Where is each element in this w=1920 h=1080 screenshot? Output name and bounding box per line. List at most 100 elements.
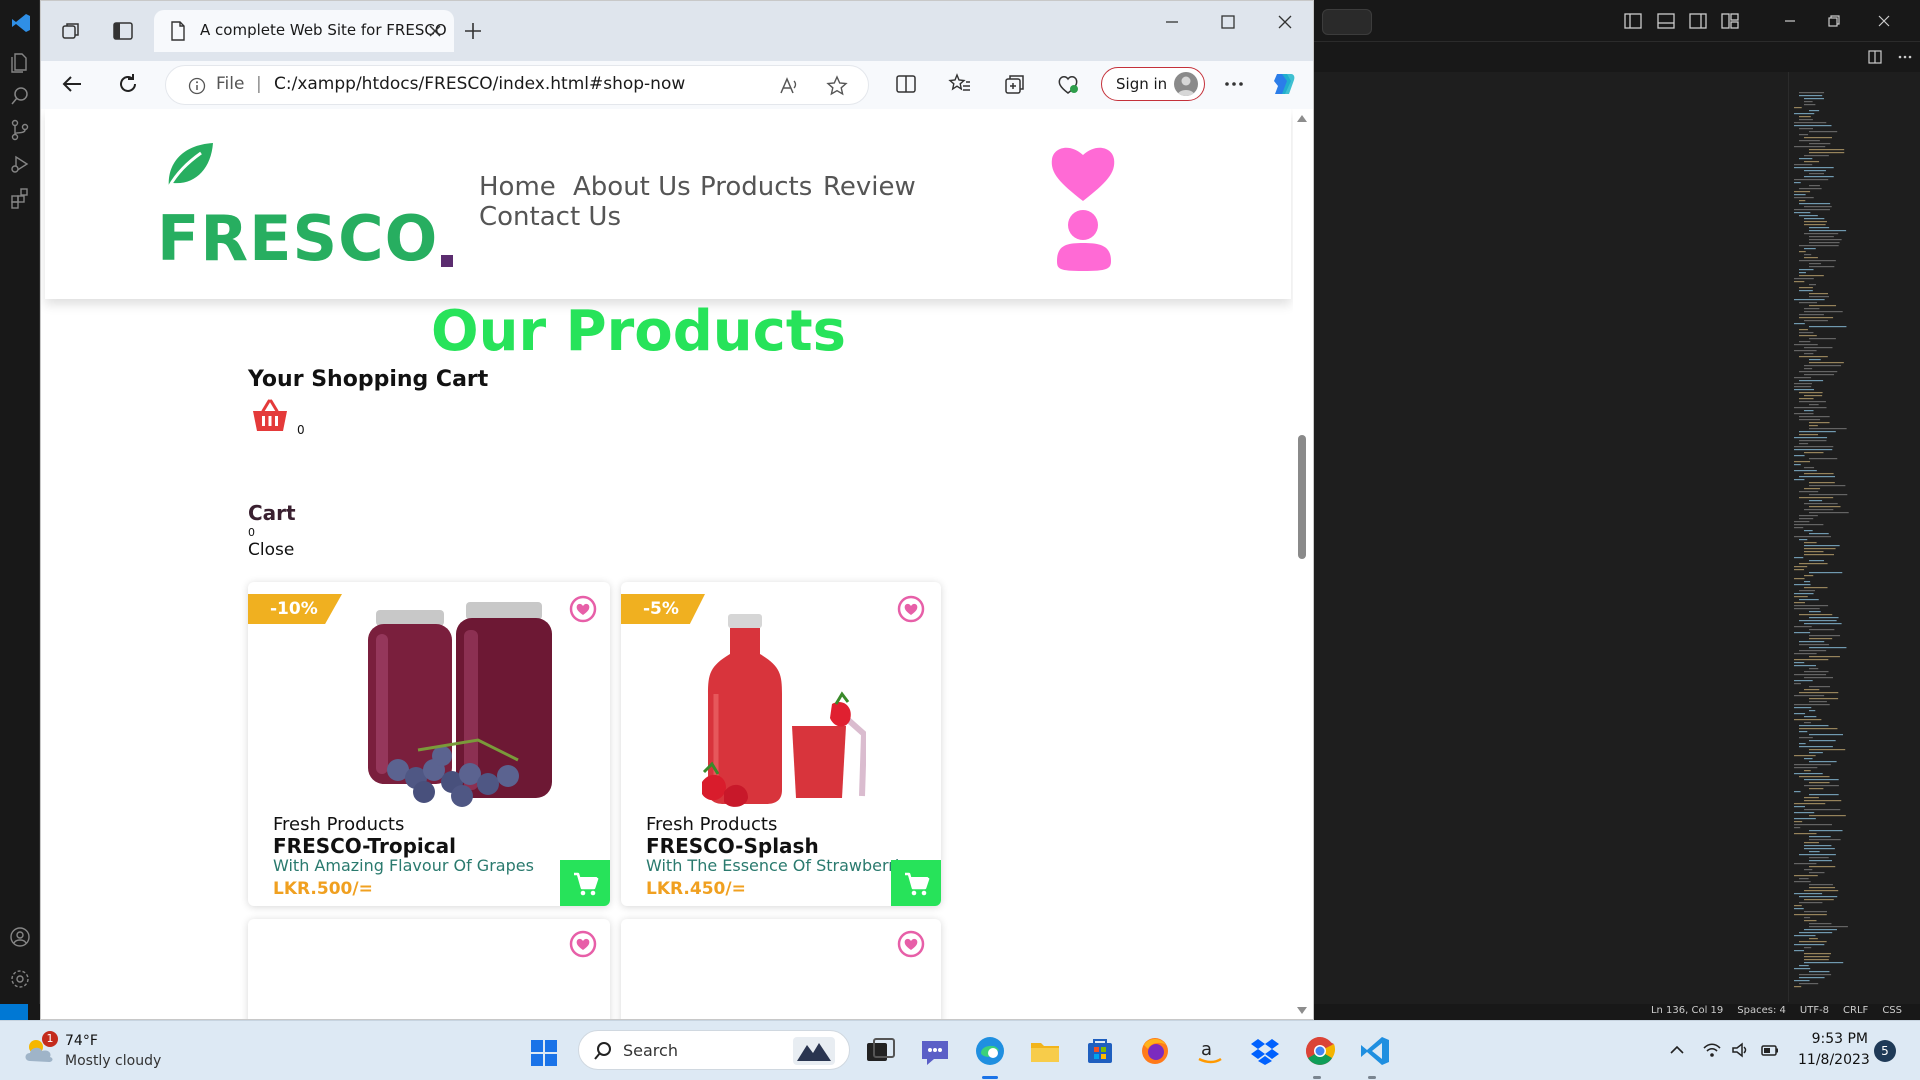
add-to-wishlist-icon[interactable] bbox=[896, 929, 926, 959]
status-encoding[interactable]: UTF-8 bbox=[1800, 1005, 1829, 1016]
active-browser-tab[interactable]: A complete Web Site for FRESCO bbox=[154, 10, 454, 52]
product-card bbox=[248, 919, 610, 1019]
status-line-ending[interactable]: CRLF bbox=[1843, 1005, 1868, 1016]
split-screen-icon[interactable] bbox=[893, 71, 919, 97]
amazon-icon[interactable]: a bbox=[1193, 1035, 1227, 1067]
product-name[interactable]: FRESCO-Splash bbox=[646, 834, 819, 858]
volume-icon[interactable] bbox=[1730, 1040, 1750, 1060]
new-tab-icon[interactable] bbox=[461, 19, 485, 43]
customize-layout-icon[interactable] bbox=[1721, 12, 1739, 30]
toggle-panel-icon[interactable] bbox=[1657, 12, 1675, 30]
scroll-up-arrow-icon[interactable] bbox=[1297, 115, 1307, 122]
file-explorer-icon[interactable] bbox=[1028, 1035, 1062, 1067]
workspaces-icon[interactable] bbox=[59, 19, 83, 43]
add-to-wishlist-icon[interactable] bbox=[896, 594, 926, 624]
accounts-icon[interactable] bbox=[8, 925, 32, 949]
collections-icon[interactable] bbox=[1001, 71, 1027, 97]
favorites-icon[interactable] bbox=[947, 71, 973, 97]
edge-browser-icon[interactable] bbox=[973, 1035, 1007, 1067]
read-aloud-icon[interactable] bbox=[778, 75, 800, 97]
toggle-primary-sidebar-icon[interactable] bbox=[1624, 12, 1642, 30]
nav-home[interactable]: Home bbox=[479, 172, 556, 202]
source-control-icon[interactable] bbox=[8, 118, 32, 142]
vscode-editor-divider bbox=[1788, 72, 1789, 1002]
product-price: LKR.450/= bbox=[646, 879, 746, 899]
nav-about-us[interactable]: About Us bbox=[573, 172, 691, 202]
settings-gear-icon[interactable] bbox=[8, 967, 32, 991]
leaf-logo-icon[interactable] bbox=[163, 139, 215, 191]
browser-essentials-icon[interactable] bbox=[1055, 71, 1081, 97]
vscode-minimize-icon[interactable] bbox=[1780, 11, 1800, 31]
tab-actions-icon[interactable] bbox=[111, 19, 135, 43]
vscode-restore-icon[interactable] bbox=[1824, 11, 1844, 31]
settings-more-icon[interactable] bbox=[1221, 71, 1247, 97]
clock-time[interactable]: 9:53 PM bbox=[1806, 1031, 1868, 1047]
tab-title: A complete Web Site for FRESCO bbox=[200, 21, 447, 39]
address-bar[interactable]: File | C:/xampp/htdocs/FRESCO/index.html… bbox=[165, 65, 869, 105]
product-category: Fresh Products bbox=[646, 814, 778, 835]
remote-indicator-icon[interactable] bbox=[0, 1004, 28, 1020]
shopping-basket-icon[interactable] bbox=[251, 399, 289, 433]
vscode-command-center[interactable] bbox=[1322, 9, 1372, 35]
back-arrow-icon[interactable] bbox=[57, 69, 87, 99]
copilot-icon[interactable] bbox=[1269, 69, 1299, 99]
site-info-icon[interactable] bbox=[188, 77, 206, 95]
search-icon[interactable] bbox=[8, 84, 32, 108]
chrome-icon[interactable] bbox=[1303, 1035, 1337, 1067]
vscode-minimap[interactable] bbox=[1792, 88, 1902, 998]
status-indentation[interactable]: Spaces: 4 bbox=[1737, 1005, 1786, 1016]
add-to-wishlist-icon[interactable] bbox=[568, 929, 598, 959]
add-to-cart-button[interactable] bbox=[560, 860, 610, 906]
dropbox-icon[interactable] bbox=[1248, 1035, 1282, 1067]
taskbar-search-box[interactable]: Search bbox=[578, 1030, 850, 1070]
user-account-icon[interactable] bbox=[1055, 205, 1113, 273]
sign-in-button[interactable]: Sign in bbox=[1101, 67, 1205, 101]
battery-icon[interactable] bbox=[1760, 1040, 1780, 1060]
favorite-star-icon[interactable] bbox=[826, 75, 848, 97]
browser-tab-bar: A complete Web Site for FRESCO bbox=[41, 1, 1313, 61]
address-url[interactable]: C:/xampp/htdocs/FRESCO/index.html#shop-n… bbox=[274, 74, 685, 94]
site-logo-text[interactable]: FRESCO bbox=[157, 202, 438, 275]
vscode-close-icon[interactable] bbox=[1874, 11, 1894, 31]
weather-description[interactable]: Mostly cloudy bbox=[65, 1053, 161, 1069]
extensions-icon[interactable] bbox=[8, 186, 32, 210]
show-hidden-icons-chevron-icon[interactable] bbox=[1668, 1041, 1686, 1059]
cart-icon bbox=[574, 872, 599, 896]
nav-products[interactable]: Products bbox=[700, 172, 812, 202]
wifi-icon[interactable] bbox=[1702, 1040, 1722, 1060]
svg-text:a: a bbox=[1201, 1039, 1212, 1060]
firefox-icon[interactable] bbox=[1138, 1035, 1172, 1067]
nav-contact-us[interactable]: Contact Us bbox=[479, 202, 621, 232]
vscode-taskbar-icon[interactable] bbox=[1358, 1035, 1392, 1067]
windows-taskbar: 1 74°F Mostly cloudy Search a 9:53 PM 11… bbox=[0, 1020, 1920, 1080]
vscode-logo-icon bbox=[12, 14, 30, 32]
split-editor-icon[interactable] bbox=[1868, 50, 1882, 64]
nav-review[interactable]: Review bbox=[823, 172, 916, 202]
close-window-icon[interactable] bbox=[1274, 11, 1296, 33]
minimize-window-icon[interactable] bbox=[1161, 11, 1183, 33]
status-language[interactable]: CSS bbox=[1882, 1005, 1902, 1016]
status-cursor-position[interactable]: Ln 136, Col 19 bbox=[1651, 1005, 1723, 1016]
refresh-icon[interactable] bbox=[113, 69, 143, 99]
weather-temperature[interactable]: 74°F bbox=[65, 1033, 98, 1049]
run-debug-icon[interactable] bbox=[8, 152, 32, 176]
task-view-icon[interactable] bbox=[864, 1035, 898, 1067]
scrollbar-thumb[interactable] bbox=[1298, 435, 1306, 559]
teams-chat-icon[interactable] bbox=[918, 1035, 952, 1067]
toggle-secondary-sidebar-icon[interactable] bbox=[1689, 12, 1707, 30]
wishlist-heart-icon[interactable] bbox=[1050, 143, 1116, 203]
notification-count-badge[interactable]: 5 bbox=[1874, 1040, 1896, 1062]
microsoft-store-icon[interactable] bbox=[1083, 1035, 1117, 1067]
page-scrollbar[interactable] bbox=[1293, 109, 1311, 1019]
more-actions-icon[interactable] bbox=[1898, 50, 1912, 64]
add-to-cart-button[interactable] bbox=[891, 860, 941, 906]
close-tab-icon[interactable] bbox=[426, 22, 444, 40]
explorer-icon[interactable] bbox=[8, 50, 32, 74]
windows-start-icon[interactable] bbox=[530, 1039, 558, 1067]
add-to-wishlist-icon[interactable] bbox=[568, 594, 598, 624]
product-name[interactable]: FRESCO-Tropical bbox=[273, 834, 456, 858]
maximize-window-icon[interactable] bbox=[1217, 11, 1239, 33]
cart-close-button[interactable]: Close bbox=[248, 540, 294, 560]
scroll-down-arrow-icon[interactable] bbox=[1297, 1007, 1307, 1014]
clock-date[interactable]: 11/8/2023 bbox=[1798, 1052, 1870, 1068]
